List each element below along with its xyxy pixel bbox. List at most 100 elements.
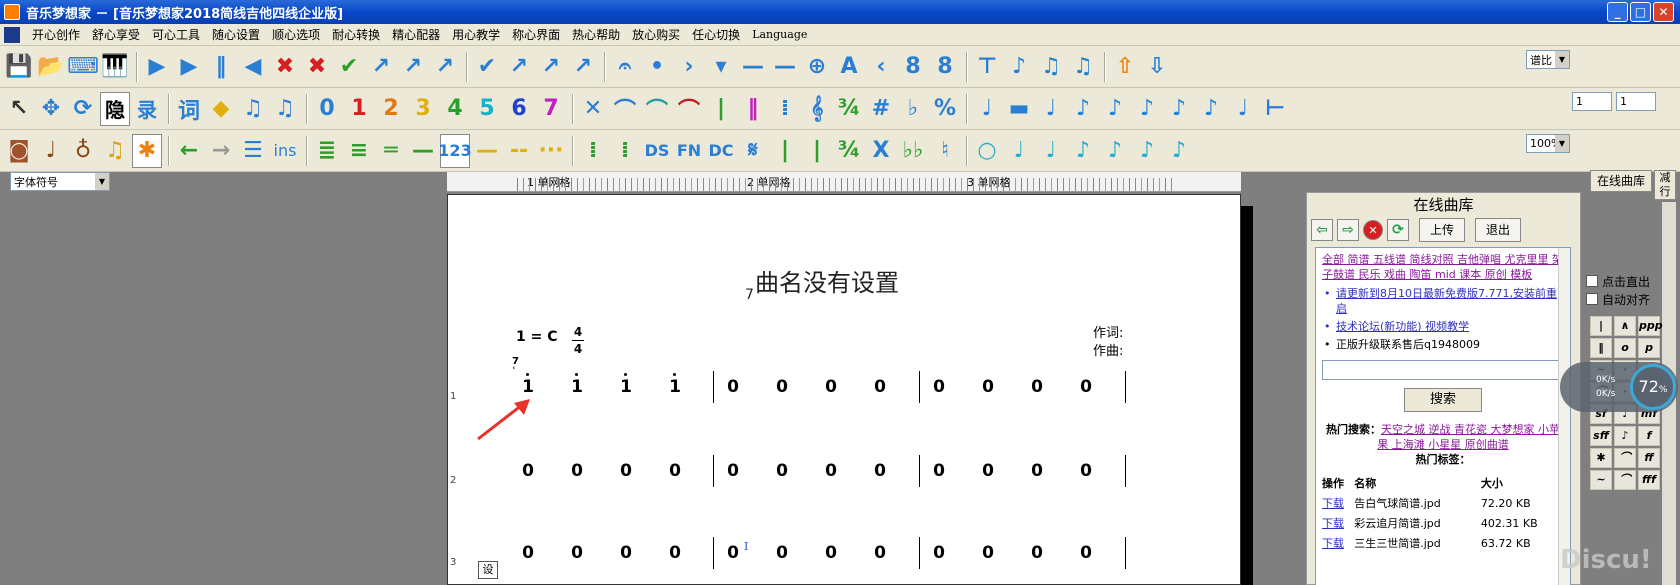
- guitar-icon[interactable]: ♁: [68, 134, 98, 168]
- sharp-button[interactable]: #: [866, 92, 896, 126]
- notes-icon[interactable]: ♫: [1036, 50, 1066, 84]
- quarter-note-icon[interactable]: ♩: [972, 92, 1002, 126]
- move-icon[interactable]: ✥: [36, 92, 66, 126]
- note[interactable]: 0: [870, 543, 890, 563]
- violin-icon[interactable]: ♩: [36, 134, 66, 168]
- dynamic-button[interactable]: p: [1638, 338, 1660, 358]
- set-button[interactable]: 设: [478, 561, 498, 579]
- slur-icon[interactable]: ⌒: [610, 92, 640, 126]
- note[interactable]: 0: [567, 543, 587, 563]
- note[interactable]: 0: [518, 461, 538, 481]
- dynamic-button[interactable]: ‖: [1590, 338, 1612, 358]
- note[interactable]: 0: [1027, 377, 1047, 397]
- font-symbol-select[interactable]: 字体符号 ▼: [10, 172, 110, 191]
- remove-icon[interactable]: 8: [930, 50, 960, 84]
- natural-icon[interactable]: ♮: [930, 134, 960, 168]
- accent-icon[interactable]: ›: [674, 50, 704, 84]
- credits[interactable]: 作词: 作曲:: [1093, 325, 1123, 361]
- reduce-rows-tab[interactable]: 减行: [1654, 170, 1676, 200]
- note[interactable]: 0: [665, 543, 685, 563]
- note[interactable]: 0: [1076, 377, 1096, 397]
- note[interactable]: 1: [616, 373, 636, 397]
- dash-icon[interactable]: —: [472, 134, 502, 168]
- line-icon[interactable]: —: [770, 50, 800, 84]
- digit-5-button[interactable]: 5: [472, 92, 502, 126]
- keyboard-icon[interactable]: ⌨: [67, 50, 99, 84]
- digit-3-button[interactable]: 3: [408, 92, 438, 126]
- arc-icon[interactable]: ⌒: [674, 92, 704, 126]
- record-button[interactable]: 录: [132, 92, 162, 126]
- time-sig-icon[interactable]: ¾: [834, 92, 864, 126]
- menu-item[interactable]: 顺心选项: [266, 26, 326, 43]
- dynamic-button[interactable]: ~: [1590, 470, 1612, 490]
- beam-notes-icon[interactable]: ♫: [238, 92, 268, 126]
- arrow-tool-icon[interactable]: ↗: [398, 50, 428, 84]
- note[interactable]: 0: [978, 461, 998, 481]
- sixteenth-note-icon[interactable]: ♪: [1100, 134, 1130, 168]
- note[interactable]: 0: [1076, 543, 1096, 563]
- quarter-note-icon[interactable]: ♩: [1036, 134, 1066, 168]
- eighth-note-icon[interactable]: ♪: [1068, 92, 1098, 126]
- percent-button[interactable]: %: [930, 92, 960, 126]
- dots-icon[interactable]: ···: [536, 134, 566, 168]
- note[interactable]: 0: [1027, 461, 1047, 481]
- upload-button[interactable]: 上传: [1419, 218, 1466, 242]
- arrow-tool-icon[interactable]: ↗: [366, 50, 396, 84]
- note[interactable]: 0: [723, 543, 743, 563]
- note[interactable]: 0: [665, 461, 685, 481]
- arrow-tool-icon[interactable]: ↗: [568, 50, 598, 84]
- dynamic-fff-button[interactable]: fff: [1638, 470, 1660, 490]
- menu-item[interactable]: 热心帮助: [566, 26, 626, 43]
- auto-align-checkbox[interactable]: 自动对齐: [1586, 290, 1680, 308]
- toolbar-input-2[interactable]: 1: [1616, 92, 1656, 111]
- flat-button[interactable]: ♭: [898, 92, 928, 126]
- pointer-icon[interactable]: ↖: [4, 92, 34, 126]
- less-than-icon[interactable]: ‹: [866, 50, 896, 84]
- menu-item[interactable]: 任心切换: [686, 26, 746, 43]
- note[interactable]: 0: [821, 377, 841, 397]
- saxophone-icon[interactable]: ♫: [100, 134, 130, 168]
- download-link[interactable]: 下载: [1322, 493, 1354, 513]
- ds-button[interactable]: DS: [642, 134, 672, 168]
- note[interactable]: 0: [772, 543, 792, 563]
- dynamic-sff-button[interactable]: sff: [1590, 426, 1612, 446]
- double-flat-icon[interactable]: ♭♭: [898, 134, 928, 168]
- staff-row-2[interactable]: 2 0 0 0 0 0 0 0 0 0 0 0 0: [448, 455, 1242, 495]
- dash-dash-icon[interactable]: --: [504, 134, 534, 168]
- key-signature[interactable]: 1 = C: [516, 329, 558, 345]
- forward-icon[interactable]: ⇨: [1337, 219, 1359, 241]
- asterisk-icon[interactable]: ✱: [132, 133, 162, 168]
- toolbar-input-1[interactable]: 1: [1572, 92, 1612, 111]
- whole-rest-icon[interactable]: ▬: [1004, 92, 1034, 126]
- note[interactable]: 0: [772, 377, 792, 397]
- refresh-icon[interactable]: ⟳: [68, 92, 98, 126]
- note[interactable]: 0: [1076, 461, 1096, 481]
- update-link[interactable]: 请更新到8月10日最新免费版7.771,安装前重启: [1322, 286, 1564, 316]
- note[interactable]: 0: [929, 543, 949, 563]
- tie-icon[interactable]: ⌒: [642, 92, 672, 126]
- digit-6-button[interactable]: 6: [504, 92, 534, 126]
- time-signature[interactable]: 4 4: [572, 325, 584, 356]
- note[interactable]: 0: [616, 543, 636, 563]
- refresh-icon[interactable]: ⟳: [1387, 219, 1409, 241]
- tenuto-icon[interactable]: —: [738, 50, 768, 84]
- logout-button[interactable]: 退出: [1475, 218, 1522, 242]
- digit-1-button[interactable]: 1: [344, 92, 374, 126]
- minimize-icon[interactable]: _: [1607, 2, 1628, 22]
- eighth-note-icon[interactable]: ♪: [1100, 92, 1130, 126]
- open-folder-icon[interactable]: 📂: [36, 50, 66, 84]
- snap-checkbox[interactable]: 点击直出: [1586, 272, 1680, 290]
- repeat-end-icon[interactable]: ⁞: [610, 134, 640, 168]
- crosshair-icon[interactable]: ⊕: [802, 50, 832, 84]
- bar-icon[interactable]: |: [802, 134, 832, 168]
- note[interactable]: 0: [821, 543, 841, 563]
- digit-7-button[interactable]: 7: [536, 92, 566, 126]
- note-cross-icon[interactable]: ♪: [1164, 92, 1194, 126]
- search-button[interactable]: 搜索: [1404, 388, 1482, 412]
- note[interactable]: 0: [723, 461, 743, 481]
- dynamic-button[interactable]: o: [1614, 338, 1636, 358]
- dot-icon[interactable]: •: [642, 50, 672, 84]
- upload-icon[interactable]: ⇧: [1110, 50, 1140, 84]
- fermata-icon[interactable]: 𝄐: [610, 50, 640, 84]
- dynamic-ppp-button[interactable]: ppp: [1638, 316, 1663, 336]
